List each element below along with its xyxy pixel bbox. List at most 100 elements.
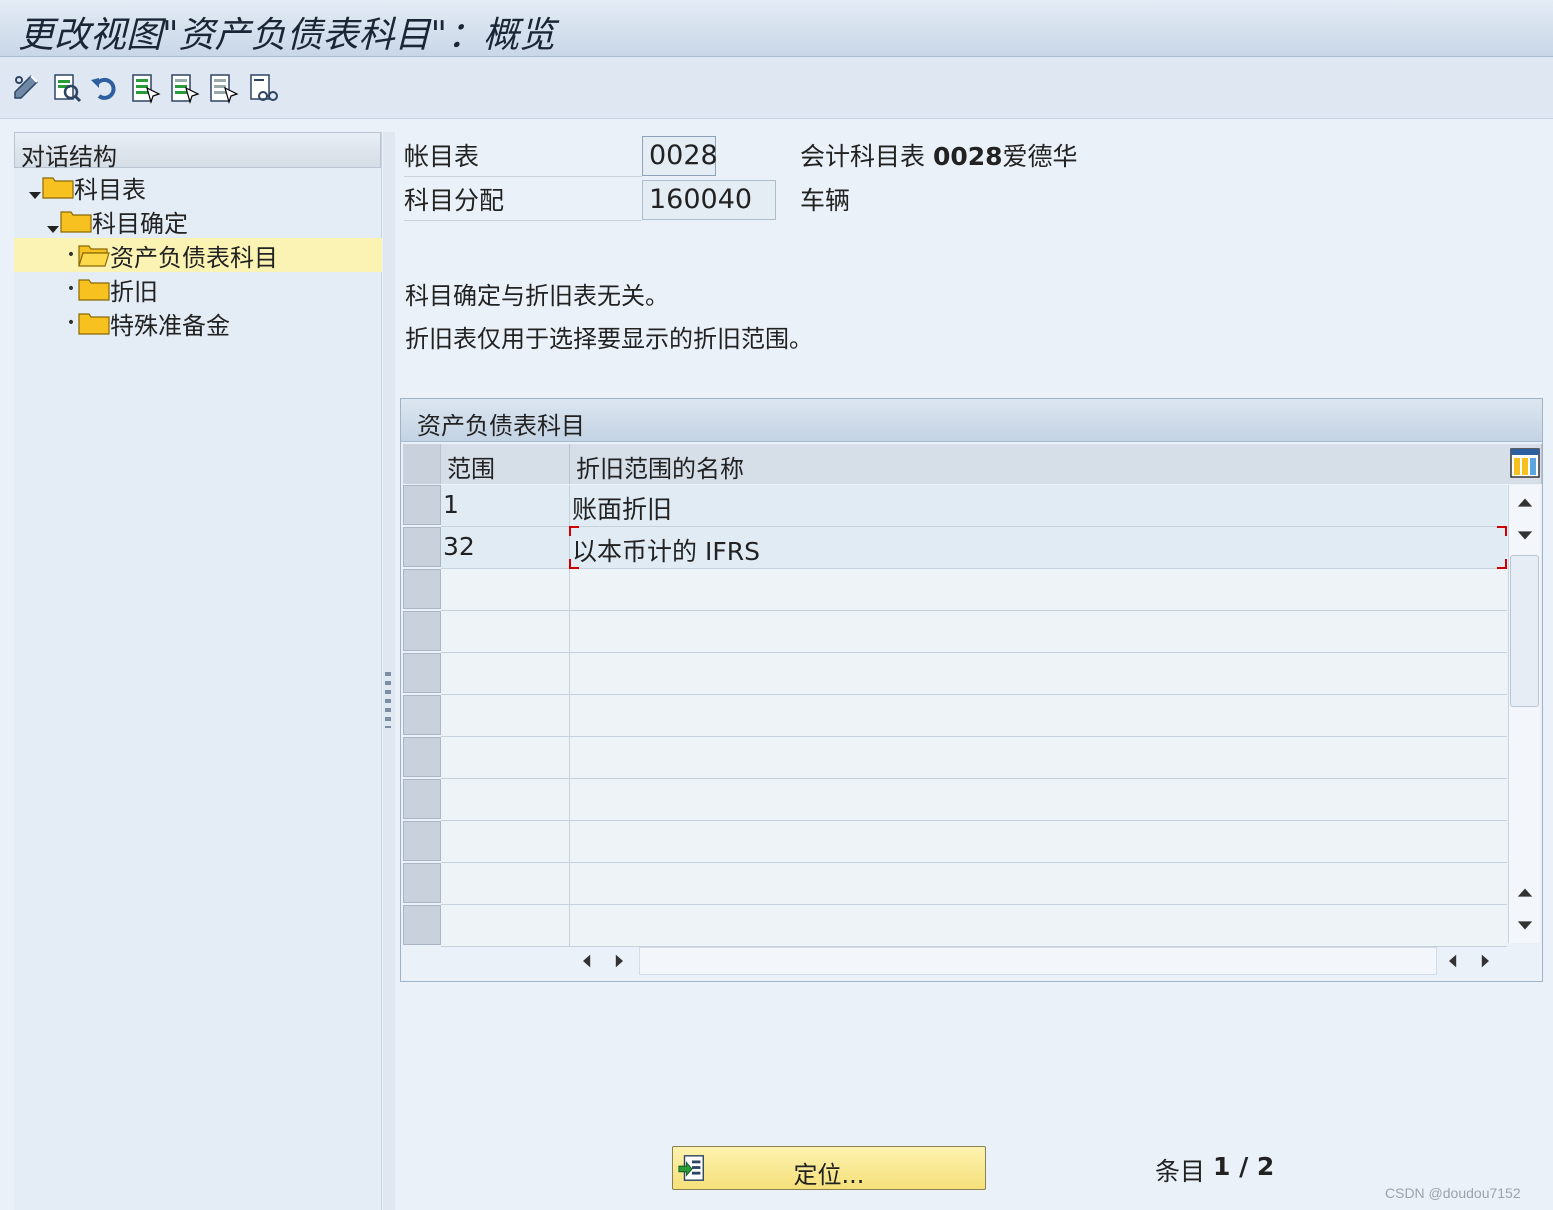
horizontal-scroll-right-group [1439, 945, 1503, 977]
horizontal-scroll-track[interactable] [639, 947, 1437, 975]
vertical-scrollbar[interactable] [1508, 485, 1540, 943]
balance-sheet-accounts-table: 资产负债表科目 范围 折旧范围的名称 1 账面折旧 32 以本币计的 IFRS [400, 398, 1543, 982]
area-cell [441, 737, 570, 779]
area-cell [441, 821, 570, 863]
tree-item-account-determination[interactable]: 科目确定 [14, 204, 368, 238]
print-preview-icon[interactable] [246, 71, 280, 105]
scroll-line-up-icon[interactable] [1511, 879, 1539, 907]
account-assignment-label: 科目分配 [404, 181, 642, 221]
horizontal-scroll-left-group [573, 945, 637, 977]
area-cell [441, 863, 570, 905]
bullet-icon: • [66, 247, 76, 263]
area-name-cell[interactable] [570, 695, 1507, 737]
open-folder-icon [78, 243, 110, 267]
expand-arrow-icon[interactable] [28, 180, 42, 199]
focus-corner-tl [569, 526, 579, 536]
focus-corner-br [1497, 559, 1507, 569]
edit-toggle-icon[interactable] [10, 71, 44, 105]
scroll-left-icon[interactable] [1439, 947, 1467, 975]
tree-item-label: 科目确定 [92, 209, 188, 238]
row-selector[interactable] [403, 569, 441, 609]
tree-item-depreciation[interactable]: • 折旧 [14, 272, 382, 306]
panel-splitter[interactable] [383, 132, 395, 1210]
focus-corner-tr [1497, 526, 1507, 536]
area-cell[interactable]: 32 [441, 527, 570, 569]
tree-item-label: 折旧 [110, 277, 158, 306]
expand-arrow-icon[interactable] [46, 214, 60, 233]
description-suffix: 爱德华 [1002, 142, 1078, 171]
area-cell [441, 569, 570, 611]
column-header-area[interactable]: 范围 [441, 444, 570, 484]
undo-icon[interactable] [88, 71, 122, 105]
scroll-right-icon[interactable] [1471, 947, 1499, 975]
deselect-all-icon[interactable] [206, 71, 240, 105]
area-name-cell[interactable] [570, 653, 1507, 695]
entry-count-value: 1 / 2 [1213, 1152, 1275, 1181]
table-title: 资产负债表科目 [401, 399, 1542, 442]
account-assignment-description: 车辆 [800, 186, 851, 215]
row-selector[interactable] [403, 821, 441, 861]
select-block-icon[interactable] [167, 71, 201, 105]
area-cell [441, 695, 570, 737]
scroll-right-icon[interactable] [605, 947, 633, 975]
row-selector[interactable] [403, 695, 441, 735]
area-name-cell[interactable]: 以本币计的 IFRS [570, 527, 1507, 569]
area-name-cell[interactable] [570, 821, 1507, 863]
chart-of-accounts-description: 会计科目表 0028爱德华 [800, 137, 1078, 177]
bullet-icon: • [66, 281, 76, 297]
area-name-cell[interactable] [570, 737, 1507, 779]
row-selector[interactable] [403, 905, 441, 945]
scroll-thumb[interactable] [1510, 555, 1539, 707]
locate-button-label: 定位... [793, 1161, 865, 1189]
area-cell [441, 905, 570, 947]
row-selector[interactable] [403, 863, 441, 903]
watermark: CSDN @doudou7152 [1385, 1185, 1521, 1201]
description-prefix: 会计科目表 [800, 142, 933, 171]
folder-icon [42, 175, 74, 199]
tree-item-special-reserves[interactable]: • 特殊准备金 [14, 306, 382, 340]
chart-of-accounts-label: 帐目表 [404, 137, 642, 177]
column-settings-icon[interactable] [1507, 444, 1542, 484]
scroll-page-down-icon[interactable] [1511, 911, 1539, 939]
folder-icon [60, 209, 92, 233]
splitter-grip-icon[interactable] [385, 672, 391, 728]
application-toolbar [0, 57, 1553, 119]
description-code: 0028 [932, 142, 1003, 171]
details-icon[interactable] [50, 71, 84, 105]
row-selector[interactable] [403, 527, 441, 567]
area-name-cell[interactable] [570, 779, 1507, 821]
tree-item-label: 特殊准备金 [110, 311, 230, 340]
select-all-rows-cell[interactable] [403, 444, 441, 484]
area-name-cell[interactable] [570, 863, 1507, 905]
locate-button[interactable]: 定位... [672, 1146, 986, 1190]
row-selector[interactable] [403, 737, 441, 777]
scroll-left-icon[interactable] [573, 947, 601, 975]
chart-of-accounts-field[interactable]: 0028 [642, 136, 718, 176]
scroll-page-up-icon[interactable] [1511, 489, 1539, 517]
area-cell[interactable]: 1 [441, 485, 570, 527]
tree-item-balance-sheet-accounts[interactable]: • 资产负债表科目 [14, 238, 382, 272]
select-all-icon[interactable] [128, 71, 162, 105]
row-selector[interactable] [403, 485, 441, 525]
area-name-cell[interactable] [570, 905, 1507, 947]
row-selector[interactable] [403, 779, 441, 819]
area-cell [441, 653, 570, 695]
info-line-1: 科目确定与折旧表无关。 [405, 282, 669, 310]
title-bar: 更改视图"资产负债表科目"：概览 [0, 0, 1553, 57]
tree-item-chart-of-accounts[interactable]: 科目表 [14, 170, 382, 204]
info-line-2: 折旧表仅用于选择要显示的折旧范围。 [405, 325, 813, 353]
column-header-area-name[interactable]: 折旧范围的名称 [570, 444, 1507, 484]
folder-icon [78, 277, 110, 301]
dialog-structure-panel: 对话结构 科目表 科目确定 • 资产负债表科目 • 折旧 • 特殊准备金 [14, 132, 382, 1210]
area-name-cell[interactable] [570, 569, 1507, 611]
area-name-cell[interactable] [570, 611, 1507, 653]
area-name-cell[interactable]: 账面折旧 [570, 485, 1507, 527]
tree-item-label: 资产负债表科目 [110, 243, 278, 272]
dialog-structure-header: 对话结构 [14, 132, 381, 171]
area-cell [441, 779, 570, 821]
row-selector[interactable] [403, 653, 441, 693]
focus-corner-bl [569, 559, 579, 569]
account-assignment-field[interactable]: 160040 [642, 180, 776, 220]
row-selector[interactable] [403, 611, 441, 651]
scroll-line-down-icon[interactable] [1511, 521, 1539, 549]
